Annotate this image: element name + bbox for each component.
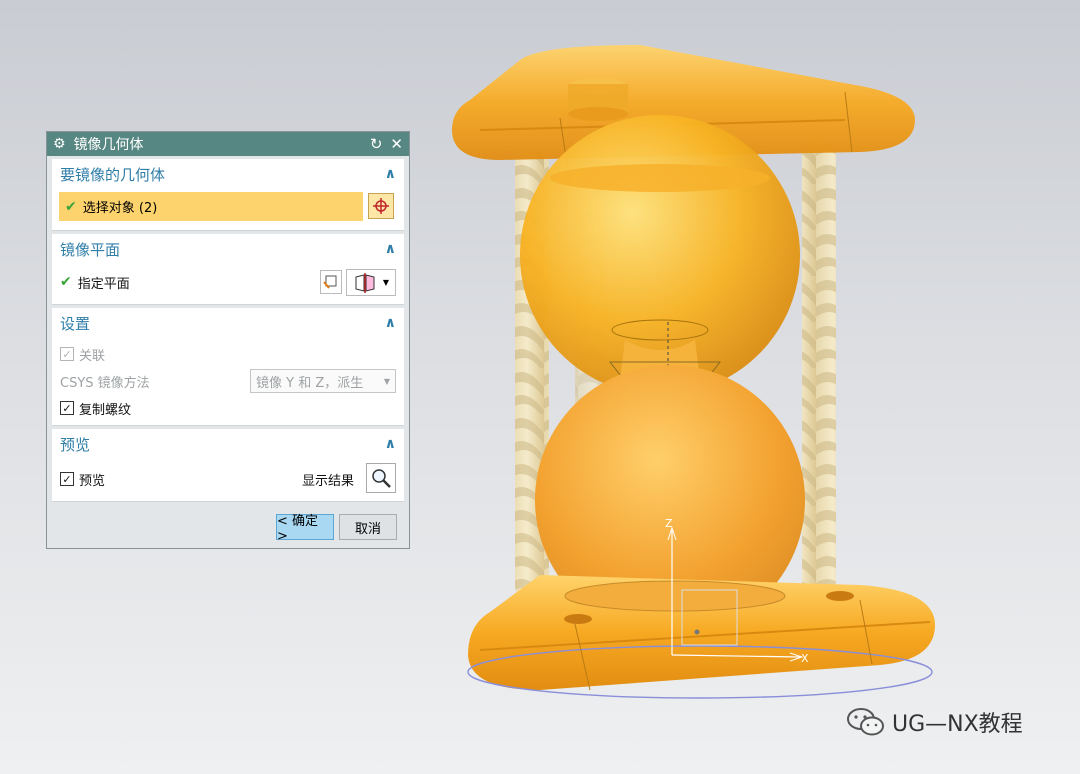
specify-plane-row: ✔ 指定平面 [52, 268, 312, 296]
plane-dialog-icon [323, 275, 337, 289]
wechat-icon [847, 708, 884, 736]
twisted-rod-right [802, 140, 836, 595]
chevron-up-icon[interactable]: ∧ [385, 166, 396, 182]
select-object-button[interactable] [368, 193, 394, 219]
group-header-geometry[interactable]: 要镜像的几何体 ∧ [52, 159, 404, 189]
group-settings: 设置 ∧ ✓ 关联 CSYS 镜像方法 镜像 Y 和 Z，派生 ▼ ✓ 复制螺纹 [52, 308, 404, 426]
csys-method-label: CSYS 镜像方法 [60, 375, 150, 391]
gear-icon[interactable]: ⚙ [53, 136, 66, 152]
group-title: 镜像平面 [60, 240, 121, 259]
group-header-plane[interactable]: 镜像平面 ∧ [52, 234, 404, 264]
specify-plane-label: 指定平面 [77, 276, 130, 292]
crosshair-icon [373, 198, 389, 214]
axis-z-label: Z [665, 517, 673, 530]
dropdown-arrow-icon: ▼ [383, 376, 391, 386]
copy-threads-checkbox[interactable]: ✓ 复制螺纹 [52, 394, 139, 422]
show-result-label-row: 显示结果 [302, 465, 354, 493]
mirror-geometry-dialog: ⚙ 镜像几何体 ↻ ✕ 要镜像的几何体 ∧ ✔ 选择对象 (2) 镜像平面 ∧ [46, 131, 410, 549]
group-header-preview[interactable]: 预览 ∧ [52, 429, 404, 459]
preview-label: 预览 [79, 473, 106, 489]
csys-method-row: CSYS 镜像方法 [52, 367, 158, 395]
csys-method-dropdown[interactable]: 镜像 Y 和 Z，派生 ▼ [250, 369, 396, 393]
ok-button[interactable]: < 确定 > [276, 514, 334, 544]
checkbox-checked: ✓ [60, 401, 74, 415]
group-header-settings[interactable]: 设置 ∧ [52, 308, 404, 338]
watermark: UG—NX教程 [846, 706, 1023, 738]
plane-type-dropdown[interactable]: ▼ [346, 269, 396, 296]
watermark-text: UG—NX教程 [892, 712, 1023, 737]
checkbox-checked: ✓ [60, 472, 74, 486]
chevron-up-icon[interactable]: ∧ [385, 315, 396, 331]
preview-checkbox[interactable]: ✓ 预览 [52, 465, 113, 493]
checkbox-checked: ✓ [60, 347, 74, 361]
dialog-title: 镜像几何体 [73, 137, 144, 153]
group-mirror-plane: 镜像平面 ∧ ✔ 指定平面 ▼ [52, 234, 404, 305]
base-plate [467, 575, 935, 699]
cancel-button[interactable]: 取消 [339, 514, 397, 540]
group-title: 预览 [60, 435, 91, 454]
group-title: 设置 [60, 314, 91, 333]
group-title: 要镜像的几何体 [60, 165, 166, 184]
associative-label: 关联 [79, 348, 106, 364]
group-preview: 预览 ∧ ✓ 预览 显示结果 [52, 429, 404, 502]
associative-checkbox[interactable]: ✓ 关联 [52, 340, 113, 368]
magnifier-icon [372, 469, 391, 488]
show-result-button[interactable] [366, 463, 396, 493]
close-icon[interactable]: ✕ [390, 135, 403, 153]
plane-icon [355, 272, 375, 293]
dropdown-arrow-icon: ▼ [382, 278, 390, 287]
dialog-title-bar[interactable]: ⚙ 镜像几何体 ↻ ✕ [47, 132, 409, 156]
check-icon: ✔ [65, 198, 77, 215]
select-object-label: 选择对象 (2) [82, 201, 158, 216]
check-icon: ✔ [60, 274, 72, 290]
select-object-row[interactable]: ✔ 选择对象 (2) [59, 192, 363, 221]
plane-dialog-button[interactable] [320, 270, 342, 294]
reset-icon[interactable]: ↻ [370, 135, 383, 153]
copy-threads-label: 复制螺纹 [79, 402, 132, 418]
chevron-up-icon[interactable]: ∧ [385, 241, 396, 257]
show-result-label: 显示结果 [302, 473, 355, 489]
chevron-up-icon[interactable]: ∧ [385, 436, 396, 452]
csys-method-value: 镜像 Y 和 Z，派生 [256, 375, 364, 391]
axis-x-label: X [801, 652, 809, 665]
group-geometry-to-mirror: 要镜像的几何体 ∧ ✔ 选择对象 (2) [52, 159, 404, 231]
